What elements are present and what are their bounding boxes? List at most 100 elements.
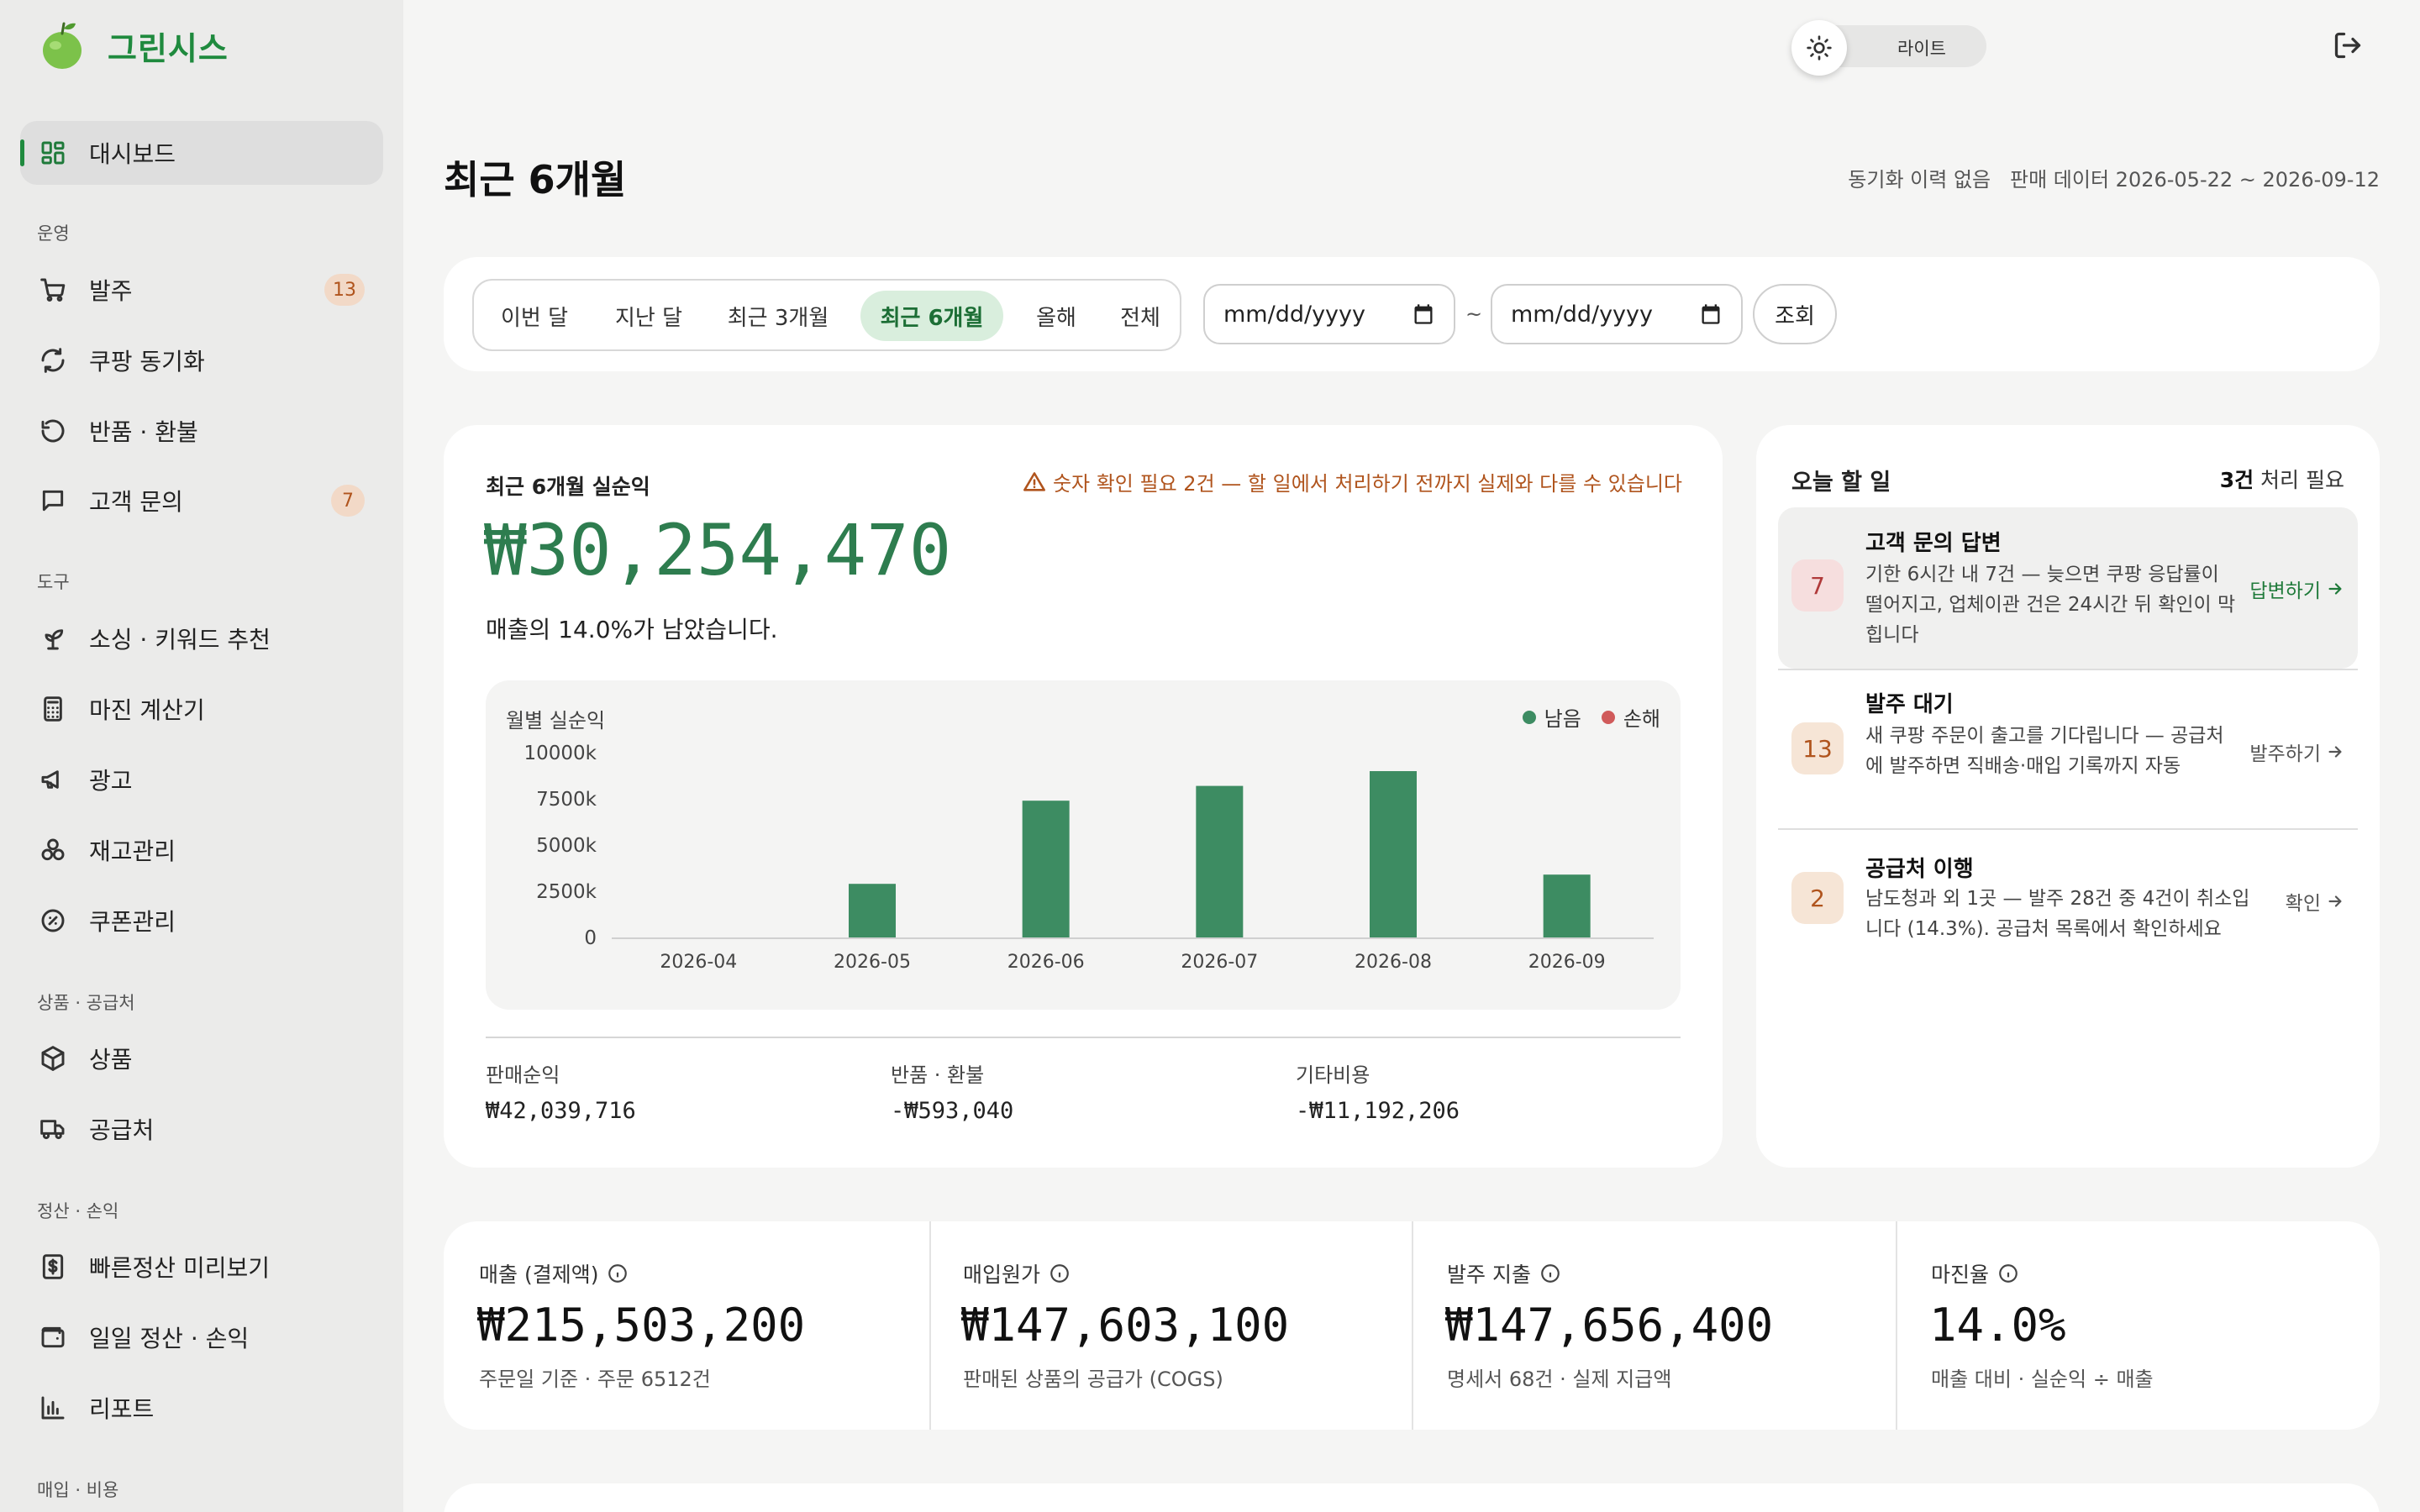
todo-item-suppliers[interactable]: 2 공급처 이행 남도청과 외 1곳 — 발주 28건 중 4건이 취소입니다 … bbox=[1778, 830, 2358, 956]
y-tick-label: 2500k bbox=[536, 881, 597, 903]
chart-bar bbox=[1370, 771, 1417, 937]
chart-bar bbox=[1022, 801, 1070, 937]
megaphone-icon bbox=[39, 765, 67, 794]
sync-icon bbox=[39, 346, 67, 375]
sidebar-item-inventory[interactable]: 재고관리 bbox=[20, 818, 383, 882]
theme-toggle[interactable]: 라이트 bbox=[1791, 20, 1986, 76]
period-this-year[interactable]: 올해 bbox=[1018, 291, 1094, 341]
calculator-icon bbox=[39, 695, 67, 723]
sidebar-item-products[interactable]: 상품 bbox=[20, 1026, 383, 1090]
sidebar-item-dashboard[interactable]: 대시보드 bbox=[20, 121, 383, 185]
sidebar-item-reports[interactable]: 리포트 bbox=[20, 1376, 383, 1440]
truck-icon bbox=[39, 1115, 67, 1143]
chart-bar bbox=[1196, 785, 1244, 937]
package-icon bbox=[39, 1044, 67, 1073]
sidebar-item-inquiries[interactable]: 고객 문의 7 bbox=[20, 469, 383, 533]
period-this-month[interactable]: 이번 달 bbox=[486, 291, 583, 341]
y-tick-label: 10000k bbox=[524, 743, 597, 764]
kpi-label-text: 마진율 bbox=[1931, 1263, 1990, 1287]
sidebar-item-label: 고객 문의 bbox=[89, 488, 183, 516]
kpi-note: 판매된 상품의 공급가 (COGS) bbox=[963, 1368, 1223, 1391]
sub-stat-returns: 반품 · 환불 -₩593,040 bbox=[891, 1058, 1013, 1124]
info-icon[interactable] bbox=[1539, 1263, 1561, 1284]
kpi-value: ₩215,503,200 bbox=[477, 1299, 806, 1352]
x-tick-label: 2026-04 bbox=[660, 952, 737, 973]
undo-icon bbox=[39, 417, 67, 445]
logout-icon[interactable] bbox=[2333, 30, 2366, 64]
sync-info: 동기화 이력 없음 판매 데이터 2026-05-22 ~ 2026-09-12 bbox=[1848, 163, 2380, 192]
brand[interactable]: 그린시스 bbox=[39, 20, 229, 71]
sidebar-section-tools: 도구 bbox=[37, 572, 70, 592]
todo-item-action: 발주하기 bbox=[2249, 743, 2321, 765]
net-profit-value: ₩30,254,470 bbox=[484, 509, 952, 591]
kpi-cogs: 매입원가 ₩147,603,100 판매된 상품의 공급가 (COGS) bbox=[928, 1221, 1412, 1430]
sidebar-item-label: 재고관리 bbox=[89, 837, 176, 865]
sidebar-item-ads[interactable]: 광고 bbox=[20, 748, 383, 811]
sidebar-item-daily-settlement[interactable]: 일일 정산 · 손익 bbox=[20, 1305, 383, 1369]
period-last-month[interactable]: 지난 달 bbox=[600, 291, 697, 341]
reply-link[interactable]: 답변하기 bbox=[2249, 575, 2344, 603]
sidebar-item-quick-settlement[interactable]: 빠른정산 미리보기 bbox=[20, 1235, 383, 1299]
wallet-icon bbox=[39, 1323, 67, 1352]
kpi-label: 매입원가 bbox=[963, 1258, 1071, 1289]
todo-item-orders[interactable]: 13 발주 대기 새 쿠팡 주문이 출고를 기다립니다 — 공급처에 발주하면 … bbox=[1778, 670, 2358, 832]
sidebar-item-label: 상품 bbox=[89, 1046, 133, 1074]
date-range-separator: ~ bbox=[1465, 302, 1483, 326]
chart-title: 월별 실순익 bbox=[506, 709, 606, 732]
info-icon[interactable] bbox=[1997, 1263, 2019, 1284]
sidebar-item-orders[interactable]: 발주 13 bbox=[20, 258, 383, 322]
sidebar-item-margin-calculator[interactable]: 마진 계산기 bbox=[20, 677, 383, 741]
coupon-icon bbox=[39, 906, 67, 935]
info-icon[interactable] bbox=[607, 1263, 629, 1284]
sidebar-section-purchase: 매입 · 비용 bbox=[37, 1480, 119, 1500]
legend-item-profit: 남음 bbox=[1522, 702, 1581, 732]
monthly-profit-chart: 0 2500k 5000k 7500k 10000k 2026-04 2026-05 2026… bbox=[486, 680, 1681, 1010]
net-profit-card: 최근 6개월 실순익 숫자 확인 필요 2건 — 할 일에서 처리하기 전까지 … bbox=[444, 425, 1723, 1168]
kpi-value: ₩147,603,100 bbox=[961, 1299, 1290, 1352]
kpi-label-text: 매출 (결제액) bbox=[479, 1263, 599, 1287]
x-tick-label: 2026-09 bbox=[1528, 952, 1606, 973]
todo-item-inquiries[interactable]: 7 고객 문의 답변 기한 6시간 내 7건 — 늦으면 쿠팡 응답률이 떨어지… bbox=[1778, 507, 2358, 669]
chart-bar bbox=[1543, 874, 1591, 937]
period-filter: 이번 달 지난 달 최근 3개월 최근 6개월 올해 전체 mm/dd/yyyy… bbox=[444, 257, 2380, 371]
sidebar-item-sourcing[interactable]: 소싱 · 키워드 추천 bbox=[20, 606, 383, 670]
period-last-3-months[interactable]: 최근 3개월 bbox=[713, 291, 844, 341]
sidebar-item-returns[interactable]: 반품 · 환불 bbox=[20, 399, 383, 463]
sidebar-item-label: 쿠폰관리 bbox=[89, 908, 176, 936]
sidebar-item-suppliers[interactable]: 공급처 bbox=[20, 1097, 383, 1161]
sync-status: 동기화 이력 없음 bbox=[1848, 168, 1991, 192]
todo-title: 오늘 할 일 bbox=[1791, 470, 1891, 496]
todo-item-title: 고객 문의 답변 bbox=[1865, 531, 2002, 556]
info-icon[interactable] bbox=[1049, 1263, 1071, 1284]
dashboard-grid-icon bbox=[39, 139, 67, 167]
chat-icon bbox=[39, 486, 67, 515]
todo-count-suffix: 처리 필요 bbox=[2254, 468, 2344, 492]
order-link[interactable]: 발주하기 bbox=[2249, 738, 2344, 766]
search-button[interactable]: 조회 bbox=[1753, 284, 1837, 344]
sidebar-item-label: 리포트 bbox=[89, 1395, 155, 1423]
todo-item-title: 공급처 이행 bbox=[1865, 857, 1974, 882]
period-all[interactable]: 전체 bbox=[1102, 291, 1178, 341]
start-date-input[interactable]: mm/dd/yyyy bbox=[1203, 284, 1455, 344]
sidebar-item-coupang-sync[interactable]: 쿠팡 동기화 bbox=[20, 328, 383, 392]
apple-logo-icon bbox=[43, 22, 82, 69]
todo-item-count: 13 bbox=[1791, 722, 1844, 774]
sidebar: 그린시스 대시보드 운영 발주 13 쿠팡 동기화 반품 · 환불 고객 문의 … bbox=[0, 0, 403, 1512]
end-date-input[interactable]: mm/dd/yyyy bbox=[1491, 284, 1743, 344]
x-tick-label: 2026-08 bbox=[1355, 952, 1432, 973]
kpi-label: 발주 지출 bbox=[1447, 1258, 1561, 1289]
kpi-order-spend: 발주 지출 ₩147,656,400 명세서 68건 · 실제 지급액 bbox=[1412, 1221, 1896, 1430]
sub-stat-other-costs: 기타비용 -₩11,192,206 bbox=[1296, 1058, 1460, 1124]
next-section-card bbox=[444, 1483, 2380, 1512]
arrow-right-icon bbox=[2328, 583, 2342, 595]
sidebar-item-coupons[interactable]: 쿠폰관리 bbox=[20, 889, 383, 953]
todo-item-action: 답변하기 bbox=[2249, 580, 2321, 602]
warning-icon bbox=[1023, 471, 1045, 491]
brand-name: 그린시스 bbox=[108, 29, 229, 67]
todo-card: 오늘 할 일 3건 처리 필요 7 고객 문의 답변 기한 6시간 내 7건 —… bbox=[1756, 425, 2380, 1168]
sub-stat-value: -₩11,192,206 bbox=[1296, 1098, 1460, 1124]
period-last-6-months[interactable]: 최근 6개월 bbox=[860, 291, 1003, 341]
page-title: 최근 6개월 bbox=[444, 157, 627, 202]
confirm-link[interactable]: 확인 bbox=[2286, 887, 2344, 916]
data-warning[interactable]: 숫자 확인 필요 2건 — 할 일에서 처리하기 전까지 실제와 다를 수 있습… bbox=[1023, 467, 1682, 496]
